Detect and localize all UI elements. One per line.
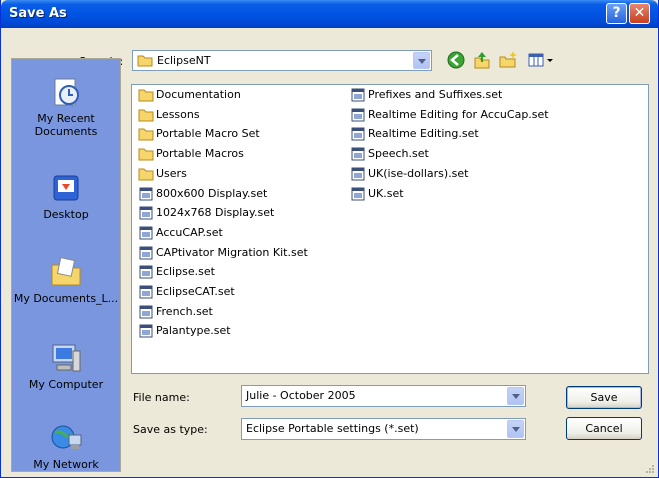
- file-name: French.set: [156, 304, 213, 318]
- new-folder-icon[interactable]: [498, 50, 518, 70]
- folder-icon: [138, 89, 154, 102]
- places-label: Desktop: [43, 208, 89, 221]
- cancel-button[interactable]: Cancel: [566, 417, 642, 440]
- my-network-icon: [51, 425, 82, 449]
- settings-file-icon: [139, 206, 153, 220]
- places-label: My Recent Documents: [34, 112, 98, 138]
- settings-file-icon: [351, 108, 365, 122]
- settings-file-icon: [351, 167, 365, 181]
- folder-icon: [138, 168, 154, 181]
- file-name-label: File name:: [133, 391, 190, 404]
- file-name: Lessons: [156, 107, 200, 121]
- save-in-value: EclipseNT: [157, 54, 211, 67]
- file-name-field[interactable]: Julie - October 2005: [241, 385, 526, 407]
- window-title: Save As: [9, 6, 67, 21]
- settings-file-icon: [139, 265, 153, 279]
- file-name: Speech.set: [368, 147, 429, 161]
- file-name-value: Julie - October 2005: [246, 389, 356, 402]
- file-name: Realtime Editing for AccuCap.set: [368, 107, 549, 121]
- file-name: UK(ise-dollars).set: [368, 166, 469, 180]
- help-button[interactable]: ?: [606, 3, 627, 24]
- my-documents-icon: [51, 257, 81, 286]
- folder-icon: [138, 128, 154, 141]
- places-my-computer[interactable]: My Computer: [12, 341, 120, 391]
- file-name: Users: [156, 166, 187, 180]
- file-list[interactable]: Documentation Lessons Portable Macro Set Po…: [131, 84, 649, 374]
- back-icon[interactable]: [446, 50, 466, 70]
- save-as-dialog: Save As ? ✕ Save in: EclipseNT: [0, 0, 659, 478]
- file-name: Portable Macros: [156, 147, 244, 161]
- places-desktop[interactable]: Desktop: [12, 171, 120, 221]
- places-label: My Computer: [28, 378, 104, 391]
- file-name: CAPtivator Migration Kit.set: [156, 245, 308, 259]
- settings-file-icon: [139, 226, 153, 240]
- settings-file-icon: [139, 305, 153, 319]
- places-bar: My Recent Documents Desktop My Documents…: [11, 58, 121, 472]
- file-name: 800x600 Display.set: [156, 186, 268, 200]
- file-name: Portable Macro Set: [156, 127, 260, 141]
- file-name: 1024x768 Display.set: [156, 206, 275, 220]
- up-folder-icon[interactable]: [472, 50, 492, 70]
- views-menu-icon[interactable]: [526, 50, 558, 70]
- file-name: Eclipse.set: [156, 265, 215, 279]
- chevron-down-icon[interactable]: [507, 387, 524, 405]
- places-label: My Documents_L...: [13, 292, 119, 305]
- settings-file-icon: [351, 88, 365, 102]
- file-name: Palantype.set: [156, 324, 231, 338]
- places-recent-documents[interactable]: My Recent Documents: [12, 75, 120, 138]
- places-my-network[interactable]: My Network: [12, 421, 120, 471]
- save-in-dropdown[interactable]: EclipseNT: [132, 50, 432, 71]
- settings-file-icon: [351, 147, 365, 161]
- file-name: AccuCAP.set: [156, 225, 223, 239]
- file-name: Documentation: [156, 88, 241, 101]
- save-as-type-dropdown[interactable]: Eclipse Portable settings (*.set): [241, 418, 526, 440]
- settings-file-icon: [139, 187, 153, 200]
- chevron-down-icon[interactable]: [507, 420, 524, 438]
- chevron-down-icon[interactable]: [413, 52, 430, 69]
- settings-file-icon: [351, 187, 365, 200]
- title-bar[interactable]: Save As ? ✕: [1, 0, 658, 28]
- recent-documents-icon: [54, 78, 79, 106]
- save-button[interactable]: Save: [566, 386, 642, 409]
- file-name: Realtime Editing.set: [368, 127, 479, 141]
- file-name: Prefixes and Suffixes.set: [368, 88, 503, 101]
- folder-icon: [138, 148, 154, 161]
- settings-file-icon: [139, 285, 153, 299]
- settings-file-icon: [351, 127, 365, 141]
- file-name: UK.set: [368, 186, 404, 200]
- folder-icon: [138, 109, 154, 122]
- save-as-type-label: Save as type:: [133, 423, 208, 436]
- settings-file-icon: [139, 246, 153, 260]
- folder-icon: [137, 55, 153, 67]
- close-button[interactable]: ✕: [629, 3, 650, 24]
- save-as-type-value: Eclipse Portable settings (*.set): [246, 422, 419, 435]
- settings-file-icon: [139, 324, 153, 338]
- file-name: EclipseCAT.set: [156, 285, 235, 298]
- my-computer-icon: [52, 344, 81, 372]
- desktop-icon: [53, 175, 79, 201]
- resize-grip-icon[interactable]: [645, 464, 655, 474]
- places-label: My Network: [33, 458, 99, 471]
- places-my-documents[interactable]: My Documents_L...: [12, 255, 120, 305]
